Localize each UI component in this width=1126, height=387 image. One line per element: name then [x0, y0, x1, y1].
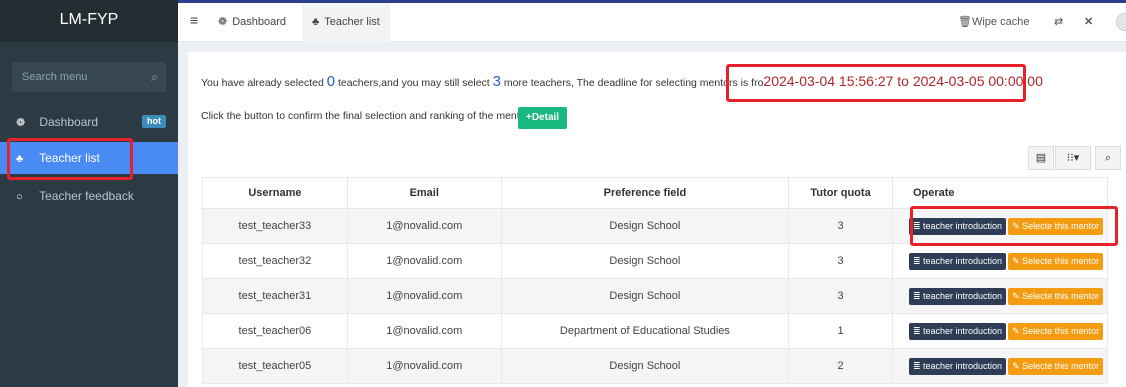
table-row: test_teacher31 1@novalid.com Design Scho… [202, 278, 1109, 314]
cell-email: 1@novalid.com [346, 208, 502, 244]
tab-label: Dashboard [232, 16, 287, 28]
cell-operate: ≣ teacher introduction ✎ Selecte this men… [891, 243, 1109, 279]
cell-email: 1@novalid.com [346, 278, 502, 314]
select-mentor-button[interactable]: ✎ Selecte this mentor [1008, 217, 1104, 235]
sidebar-item-label: Dashboard [39, 115, 99, 129]
cell-tutor-quota: 1 [788, 313, 893, 349]
cell-preference-field: Design School [500, 208, 790, 244]
wipe-cache-label: Wipe cache [971, 16, 1030, 28]
table-search-icon[interactable]: ⌕ [1095, 146, 1121, 170]
sidebar-item-teacher-feedback[interactable]: ○ Teacher feedback [0, 180, 178, 212]
cell-preference-field: Design School [500, 243, 790, 279]
top-navbar: ≡ ❁ Dashboard ♣ Teacher list 🗑︎Wipe cache … [178, 0, 1126, 42]
teacher-introduction-button[interactable]: ≣ teacher introduction [908, 357, 1007, 375]
teacher-introduction-button[interactable]: ≣ teacher introduction [908, 217, 1007, 235]
main-panel: You have already selected 0 teachers,and… [188, 52, 1126, 387]
circle-icon: ○ [16, 191, 23, 203]
select-mentor-button[interactable]: ✎ Selecte this mentor [1008, 252, 1104, 270]
cell-operate: ≣ teacher introduction ✎ Selecte this men… [891, 208, 1109, 244]
selection-info: You have already selected 0 teachers,and… [201, 73, 1043, 90]
select-mentor-button[interactable]: ✎ Selecte this mentor [1008, 357, 1104, 375]
grid-view-icon[interactable]: ⁝⁝▾ [1055, 146, 1091, 170]
app-logo[interactable]: LM-FYP [0, 0, 178, 42]
search-input[interactable]: Search menu ⌕ [12, 62, 166, 92]
tab-teacher-list[interactable]: ♣ Teacher list [302, 3, 390, 42]
cell-email: 1@novalid.com [346, 243, 502, 279]
table-row: test_teacher33 1@novalid.com Design Scho… [202, 208, 1109, 244]
info-suffix: more teachers, The deadline for selectin… [500, 77, 764, 89]
cell-tutor-quota: 3 [788, 208, 893, 244]
teacher-introduction-button[interactable]: ≣ teacher introduction [908, 287, 1007, 305]
sidebar: LM-FYP Search menu ⌕ ❁ Dashboard hot ♣ T… [0, 0, 178, 387]
cell-username: test_teacher06 [202, 313, 348, 349]
search-icon[interactable]: ⌕ [151, 62, 158, 92]
user-icon: ♣ [16, 153, 24, 165]
cell-username: test_teacher05 [202, 348, 348, 384]
header-email[interactable]: Email [346, 177, 502, 209]
table-header-row: Username Email Preference field Tutor qu… [202, 177, 1109, 209]
cell-operate: ≣ teacher introduction ✎ Selecte this men… [891, 313, 1109, 349]
columns-toggle-icon[interactable]: ▤ [1028, 146, 1054, 170]
language-icon[interactable]: ⇄ [1054, 3, 1063, 42]
remaining-count: 3 [492, 73, 501, 90]
fullscreen-icon[interactable]: ✕ [1084, 3, 1093, 42]
teacher-introduction-button[interactable]: ≣ teacher introduction [908, 252, 1007, 270]
cell-operate: ≣ teacher introduction ✎ Selecte this men… [891, 348, 1109, 384]
header-operate: Operate [891, 177, 1109, 209]
table-row: test_teacher32 1@novalid.com Design Scho… [202, 243, 1109, 279]
cell-tutor-quota: 2 [788, 348, 893, 384]
deadline-range: 2024-03-04 15:56:27 to 2024-03-05 00:00:… [763, 73, 1043, 89]
cell-username: test_teacher32 [202, 243, 348, 279]
cell-tutor-quota: 3 [788, 278, 893, 314]
cell-operate: ≣ teacher introduction ✎ Selecte this men… [891, 278, 1109, 314]
trash-icon: 🗑︎ [958, 16, 972, 28]
header-preference-field[interactable]: Preference field [500, 177, 790, 209]
cell-preference-field: Design School [500, 348, 790, 384]
avatar[interactable] [1116, 13, 1126, 31]
tab-label: Teacher list [324, 16, 380, 28]
user-icon: ♣ [312, 16, 320, 28]
sidebar-item-dashboard[interactable]: ❁ Dashboard hot [0, 106, 178, 138]
cell-email: 1@novalid.com [346, 348, 502, 384]
teacher-table: Username Email Preference field Tutor qu… [202, 177, 1109, 384]
cell-username: test_teacher31 [202, 278, 348, 314]
confirm-text: Click the button to confirm the final se… [201, 110, 530, 122]
sidebar-item-teacher-list[interactable]: ♣ Teacher list [0, 142, 178, 174]
cell-preference-field: Department of Educational Studies [500, 313, 790, 349]
header-tutor-quota[interactable]: Tutor quota [788, 177, 893, 209]
wipe-cache-button[interactable]: 🗑︎Wipe cache [958, 3, 1029, 42]
sidebar-item-label: Teacher feedback [39, 189, 134, 203]
select-mentor-button[interactable]: ✎ Selecte this mentor [1008, 287, 1104, 305]
tab-dashboard[interactable]: ❁ Dashboard [208, 3, 296, 42]
info-middle: teachers,and you may still select [335, 77, 493, 89]
cell-username: test_teacher33 [202, 208, 348, 244]
search-placeholder: Search menu [22, 71, 88, 83]
table-row: test_teacher05 1@novalid.com Design Scho… [202, 348, 1109, 384]
menu-toggle-icon[interactable]: ≡ [190, 12, 198, 28]
selected-count: 0 [326, 73, 336, 90]
hot-badge: hot [142, 115, 166, 128]
table-row: test_teacher06 1@novalid.com Department … [202, 313, 1109, 349]
select-mentor-button[interactable]: ✎ Selecte this mentor [1008, 322, 1104, 340]
cell-email: 1@novalid.com [346, 313, 502, 349]
teacher-introduction-button[interactable]: ≣ teacher introduction [908, 322, 1007, 340]
dashboard-icon: ❁ [16, 117, 26, 129]
detail-button[interactable]: +Detail [518, 107, 568, 129]
header-username[interactable]: Username [202, 177, 348, 209]
cell-preference-field: Design School [500, 278, 790, 314]
sidebar-item-label: Teacher list [39, 151, 100, 165]
info-prefix: You have already selected [201, 77, 327, 89]
cell-tutor-quota: 3 [788, 243, 893, 279]
dashboard-icon: ❁ [218, 16, 228, 28]
